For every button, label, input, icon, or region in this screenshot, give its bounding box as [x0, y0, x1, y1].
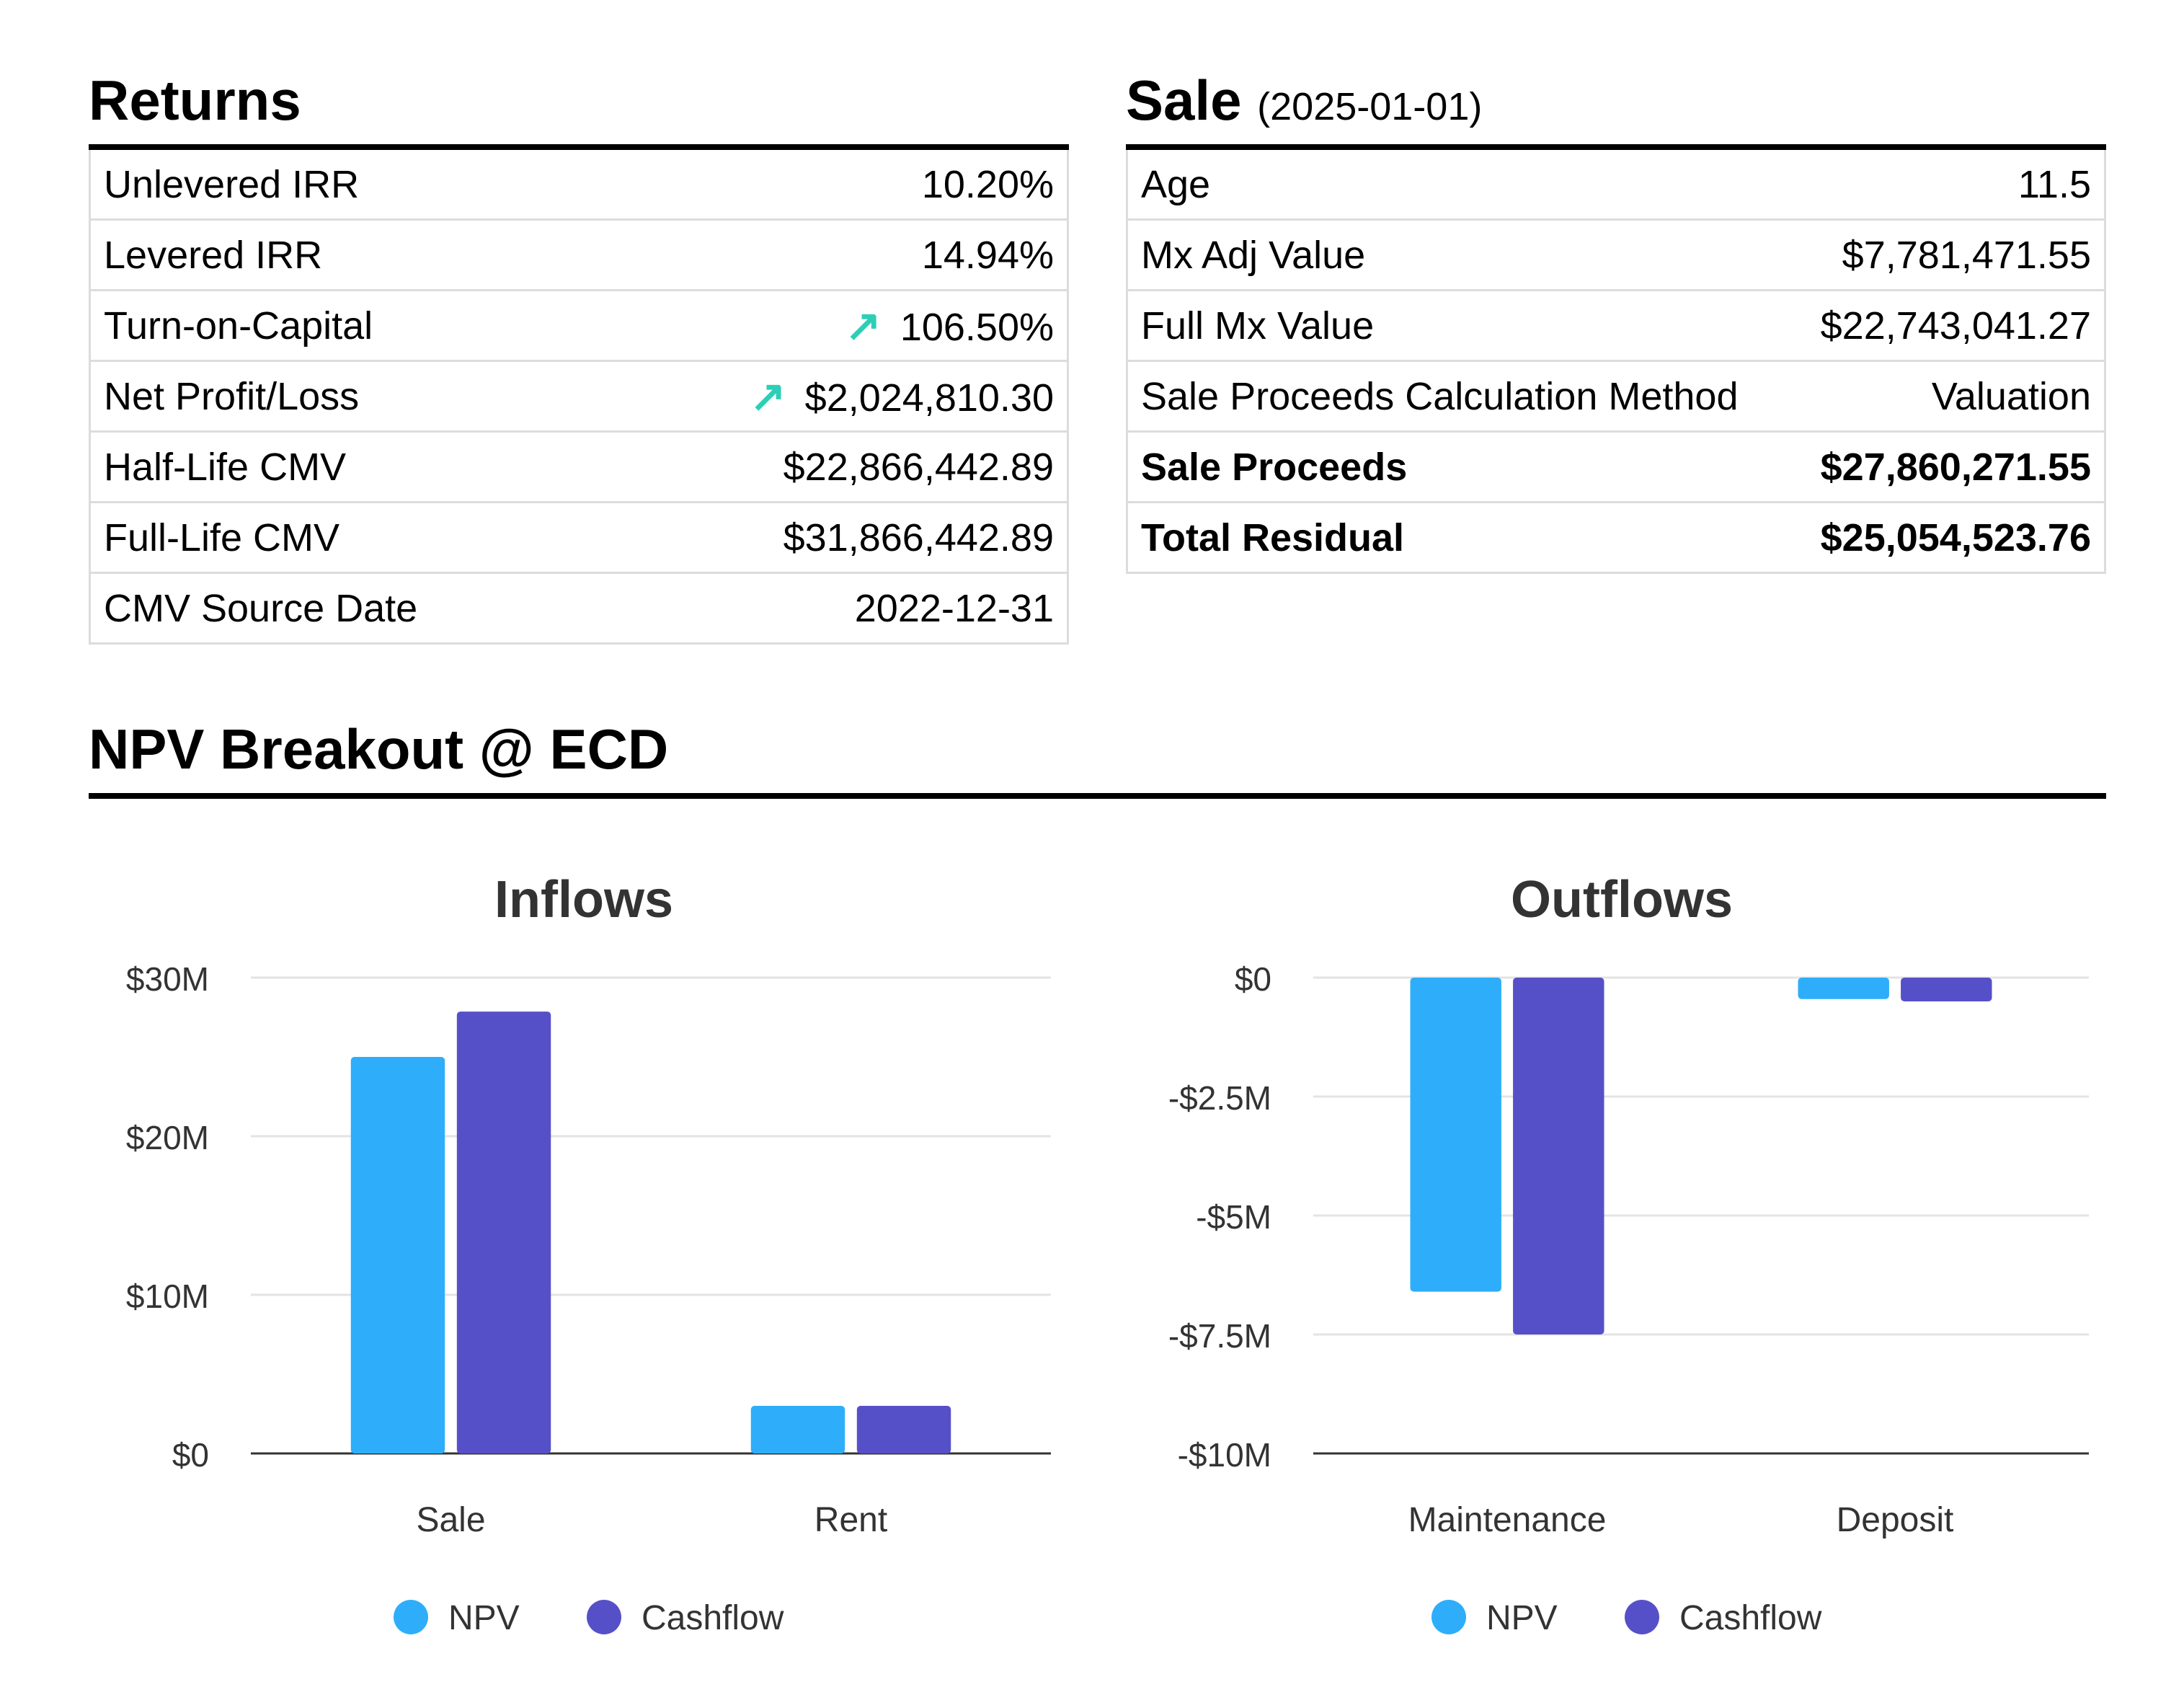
sale-date: (2025-01-01): [1257, 85, 1483, 128]
npv-rule: [89, 793, 2106, 799]
sale-row-value: $27,860,271.55: [1789, 431, 2105, 503]
sale-row: Sale Proceeds $27,860,271.55: [1127, 431, 2105, 503]
returns-row: Unlevered IRR 10.20%: [89, 150, 1068, 221]
returns-row: Levered IRR 14.94%: [89, 219, 1068, 291]
returns-section: Returns Unlevered IRR 10.20% Levered IRR 14…: [89, 72, 1069, 645]
y-tick-label: $0: [172, 1436, 209, 1474]
sale-row-value: 11.5: [1789, 150, 2105, 221]
sale-row: Total Residual $25,054,523.76: [1127, 502, 2105, 574]
sale-row: Mx Adj Value $7,781,471.55: [1127, 219, 2105, 291]
legend-label-npv: NPV: [448, 1599, 520, 1637]
returns-row-label: Turn-on-Capital: [89, 290, 586, 362]
sale-value-text: $22,743,041.27: [1820, 304, 2091, 347]
sale-row-value: $25,054,523.76: [1789, 502, 2105, 574]
sale-row: Sale Proceeds Calculation Method Valuatio…: [1127, 360, 2105, 433]
returns-row-label: Net Profit/Loss: [89, 360, 586, 433]
x-tick-label: Sale: [416, 1501, 485, 1539]
returns-row-value: $31,866,442.89: [585, 502, 1068, 574]
y-tick-label: -$7.5M: [1168, 1317, 1271, 1355]
sale-row-label: Age: [1127, 150, 1790, 221]
y-tick-label: $30M: [126, 960, 209, 998]
returns-row-label: Full-Life CMV: [89, 502, 586, 574]
returns-row-value: 14.94%: [585, 219, 1068, 291]
y-tick-label: $10M: [126, 1278, 209, 1315]
returns-row-value: 10.20%: [585, 150, 1068, 221]
sale-row-label: Sale Proceeds Calculation Method: [1127, 360, 1790, 433]
legend-swatch-cashflow: [1625, 1600, 1659, 1634]
sale-value-text: 11.5: [2017, 162, 2091, 206]
sale-row: Age 11.5: [1127, 150, 2105, 221]
bar-cashflow: [1901, 978, 1992, 1001]
bar-cashflow: [456, 1011, 551, 1453]
sale-section: Sale (2025-01-01) Age 11.5 Mx Adj Value $7,…: [1126, 72, 2106, 574]
bar-cashflow: [1513, 978, 1604, 1334]
returns-row-value: $22,866,442.89: [585, 431, 1068, 503]
sale-title-text: Sale: [1126, 68, 1242, 132]
sale-row-value: Valuation: [1789, 360, 2105, 433]
sale-row-label: Total Residual: [1127, 502, 1790, 574]
bar-npv: [750, 1406, 845, 1453]
sale-rule: [1126, 144, 2106, 150]
legend-swatch-cashflow: [587, 1600, 621, 1634]
returns-value-text: 10.20%: [921, 162, 1054, 206]
chart-title: Outflows: [1511, 871, 1733, 929]
npv-title: NPV Breakout @ ECD: [89, 717, 669, 781]
legend-label-npv: NPV: [1486, 1599, 1558, 1637]
returns-row-label: Half-Life CMV: [89, 431, 586, 503]
chart-title: Inflows: [494, 871, 673, 929]
y-tick-label: $20M: [126, 1119, 209, 1156]
legend-swatch-npv: [394, 1600, 428, 1634]
returns-value-text: $31,866,442.89: [783, 515, 1054, 559]
bar-npv: [350, 1057, 445, 1453]
bar-npv: [1798, 978, 1889, 999]
y-tick-label: -$2.5M: [1168, 1079, 1271, 1117]
returns-rule: [89, 144, 1069, 150]
sale-title: Sale (2025-01-01): [1126, 72, 2106, 128]
returns-row: CMV Source Date 2022-12-31: [89, 572, 1068, 645]
returns-row: Full-Life CMV $31,866,442.89: [89, 502, 1068, 574]
returns-value-text: 106.50%: [900, 305, 1054, 349]
returns-row-value: 2022-12-31: [585, 572, 1068, 645]
arrow-up-right-icon: ↗: [750, 371, 786, 420]
sale-value-text: $25,054,523.76: [1820, 515, 2091, 559]
returns-value-text: $22,866,442.89: [783, 445, 1054, 489]
legend-swatch-npv: [1431, 1600, 1466, 1634]
returns-value-text: 14.94%: [921, 233, 1054, 277]
returns-row: Turn-on-Capital ↗ 106.50%: [89, 290, 1068, 362]
returns-row-label: CMV Source Date: [89, 572, 586, 645]
arrow-up-right-icon: ↗: [845, 301, 882, 350]
legend-label-cashflow: Cashflow: [1679, 1599, 1822, 1637]
sale-value-text: $27,860,271.55: [1820, 445, 2091, 489]
sale-row-value: $22,743,041.27: [1789, 290, 2105, 362]
sale-row-label: Sale Proceeds: [1127, 431, 1790, 503]
sale-table: Age 11.5 Mx Adj Value $7,781,471.55 Full Mx …: [1126, 150, 2106, 574]
returns-row-value: ↗ 106.50%: [585, 290, 1068, 362]
returns-row-label: Levered IRR: [89, 219, 586, 291]
bar-cashflow: [856, 1406, 951, 1453]
returns-row: Net Profit/Loss ↗ $2,024,810.30: [89, 360, 1068, 433]
x-tick-label: Rent: [814, 1501, 887, 1539]
returns-title: Returns: [89, 68, 301, 132]
y-tick-label: -$5M: [1196, 1198, 1271, 1236]
returns-row-value: ↗ $2,024,810.30: [585, 360, 1068, 433]
sale-row: Full Mx Value $22,743,041.27: [1127, 290, 2105, 362]
sale-value-text: $7,781,471.55: [1842, 233, 2091, 277]
y-tick-label: -$10M: [1178, 1436, 1271, 1474]
sale-row-label: Mx Adj Value: [1127, 219, 1790, 291]
sale-value-text: Valuation: [1931, 374, 2091, 418]
returns-value-text: $2,024,810.30: [804, 376, 1054, 420]
sale-row-value: $7,781,471.55: [1789, 219, 2105, 291]
y-tick-label: $0: [1235, 960, 1271, 998]
legend-label-cashflow: Cashflow: [642, 1599, 784, 1637]
returns-row: Half-Life CMV $22,866,442.89: [89, 431, 1068, 503]
returns-row-label: Unlevered IRR: [89, 150, 586, 221]
x-tick-label: Maintenance: [1408, 1501, 1607, 1539]
sale-row-label: Full Mx Value: [1127, 290, 1790, 362]
returns-value-text: 2022-12-31: [854, 586, 1054, 630]
bar-npv: [1410, 978, 1501, 1292]
x-tick-label: Deposit: [1837, 1501, 1954, 1539]
npv-section: NPV Breakout @ ECD: [89, 721, 2106, 799]
returns-table: Unlevered IRR 10.20% Levered IRR 14.94% Turn…: [89, 150, 1069, 645]
